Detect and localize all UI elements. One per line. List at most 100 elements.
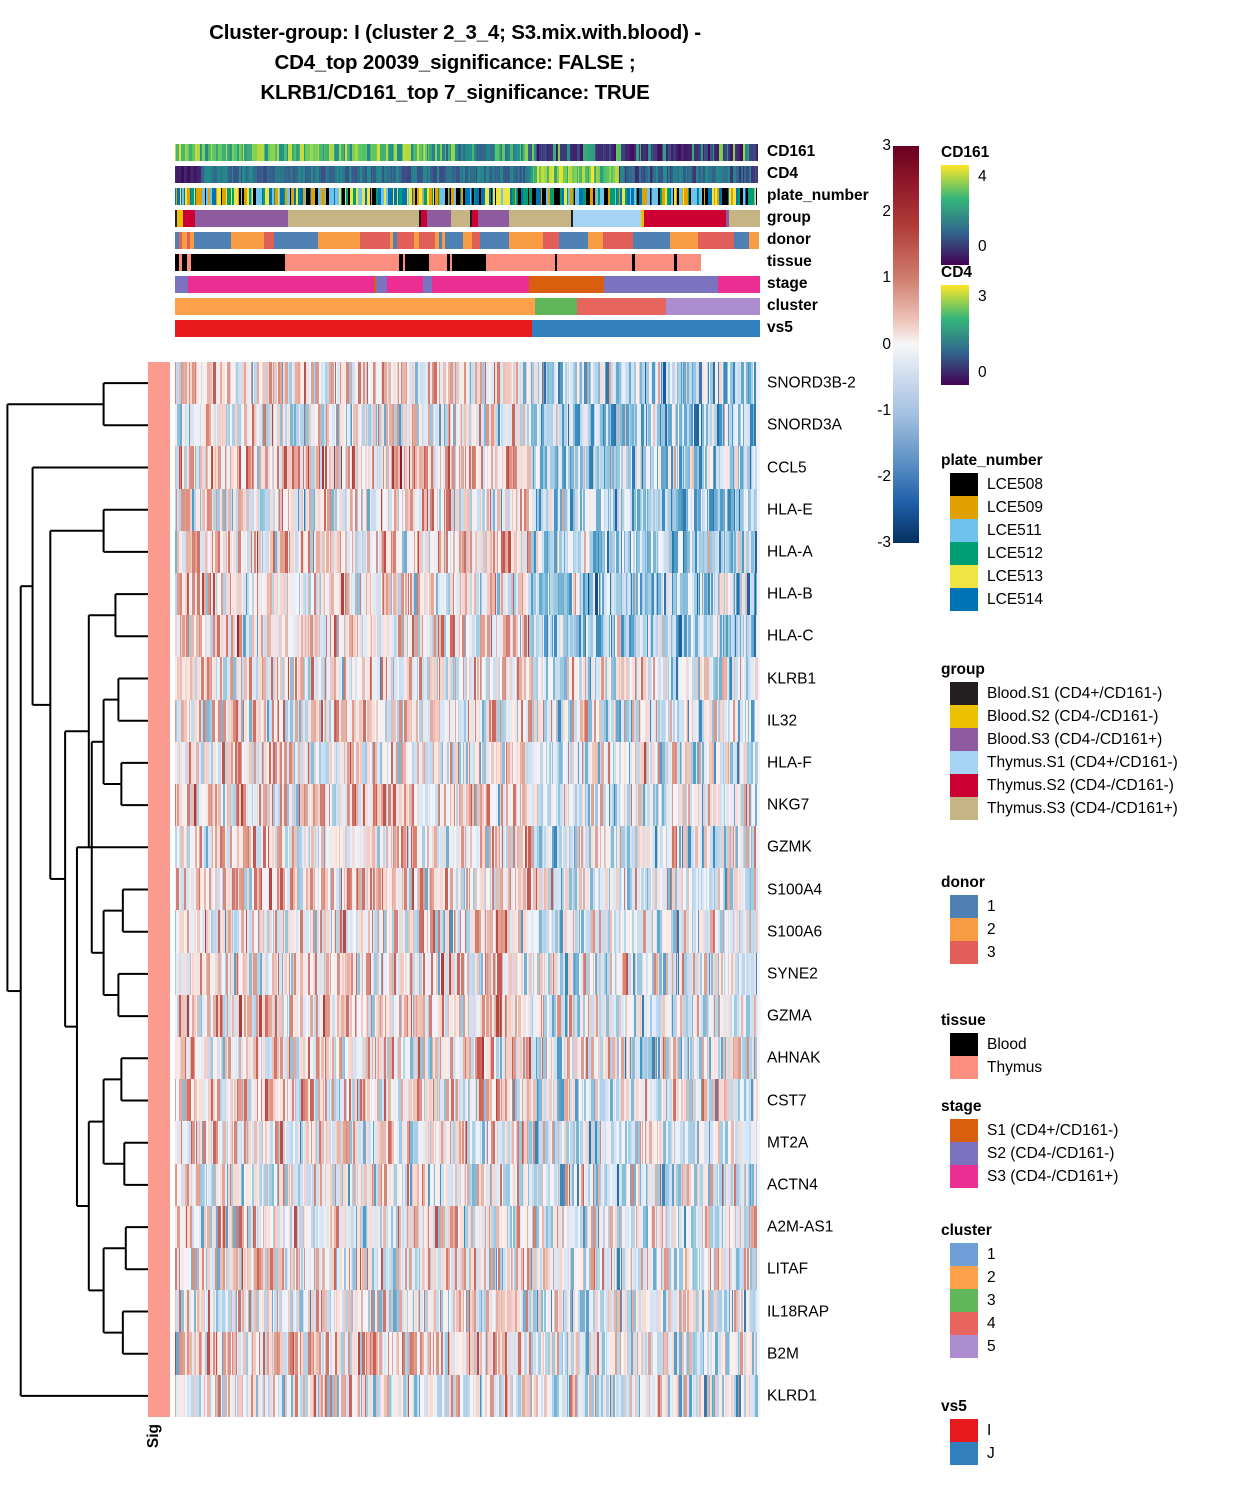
gene-label: IL18RAP <box>767 1303 830 1320</box>
legend-entry: 4 <box>941 1312 996 1335</box>
gene-label: LITAF <box>767 1260 809 1278</box>
annotation-label-donor: donor <box>767 231 811 248</box>
heatmap-row <box>175 657 760 700</box>
legend-entry: LCE508 <box>941 473 1043 496</box>
legend-entry-label: LCE508 <box>987 476 1044 493</box>
heatmap-body <box>175 362 760 1417</box>
legend-swatch <box>950 1119 978 1142</box>
legend-swatch <box>950 1419 978 1442</box>
annotation-track-cluster: cluster <box>175 297 818 315</box>
heatmap-row <box>175 868 760 911</box>
legend-entry-label: Blood <box>987 1036 1027 1053</box>
colorbar-tick-label: 2 <box>882 203 891 221</box>
colorbar-tick-label: 0 <box>882 335 891 353</box>
annotation-track-CD4: CD4 <box>175 165 798 183</box>
gene-label: AHNAK <box>767 1049 821 1067</box>
legend-entry: Blood <box>941 1033 1042 1056</box>
legend-swatch <box>950 565 978 588</box>
legend-tick-label: 0 <box>978 238 987 255</box>
annotation-track-donor: donor <box>175 231 811 249</box>
annotation-track-stage: stage <box>175 275 808 293</box>
legend-entry-label: LCE514 <box>987 591 1044 608</box>
annotation-band-cluster <box>175 298 760 315</box>
legend-swatch <box>950 1312 978 1335</box>
heatmap-row <box>175 741 760 784</box>
heatmap-row <box>175 1121 760 1164</box>
colorbar-gradient <box>893 146 919 543</box>
heatmap-row <box>175 826 760 869</box>
colorbar-tick-label: 1 <box>882 269 891 287</box>
legend-swatch <box>950 1243 978 1266</box>
legend-swatch <box>950 1266 978 1289</box>
value-colorbar <box>893 146 919 543</box>
legend-title: CD4 <box>941 264 973 281</box>
gene-label: S100A6 <box>767 923 823 941</box>
legend-entry: 1 <box>941 895 996 918</box>
legend-entry-label: 2 <box>987 1269 996 1286</box>
legend-swatch <box>950 1033 978 1056</box>
legend-title: plate_number <box>941 452 1043 469</box>
legend-entry: S2 (CD4-/CD161-) <box>941 1142 1118 1165</box>
legend-title: donor <box>941 874 985 891</box>
legend-entry: Blood.S1 (CD4+/CD161-) <box>941 682 1178 705</box>
gene-label: HLA-E <box>767 501 813 519</box>
heatmap-row <box>175 572 760 616</box>
legend-swatch <box>950 728 978 751</box>
legend-swatch <box>950 1442 978 1465</box>
gene-label: CST7 <box>767 1092 807 1109</box>
legend-entry: 3 <box>941 1289 996 1312</box>
legend-entry-label: 1 <box>987 898 996 915</box>
legend-swatch <box>950 519 978 542</box>
legend-entry-label: S3 (CD4-/CD161+) <box>987 1168 1119 1185</box>
heatmap-row <box>175 1205 760 1248</box>
colorbar-tick-label: -1 <box>877 401 891 419</box>
legend-entry-label: 4 <box>987 1315 996 1332</box>
legend-swatch <box>950 774 978 797</box>
annotation-track-group: group <box>175 209 811 227</box>
heatmap-row <box>175 404 760 447</box>
gene-label: GZMA <box>767 1007 812 1025</box>
legend-entry: 3 <box>941 941 996 964</box>
legend-stage: stage S1 (CD4+/CD161-) S2 (CD4-/CD161-) S3 … <box>941 1098 1118 1188</box>
annotation-band-stage <box>175 276 760 293</box>
legend-swatch <box>950 918 978 941</box>
legend-swatch <box>950 895 978 918</box>
annotation-label-vs5: vs5 <box>767 319 793 336</box>
legend-swatch <box>950 751 978 774</box>
heatmap-row <box>175 488 760 531</box>
gene-label: GZMK <box>767 838 812 856</box>
legend-donor: donor 1 2 3 <box>941 874 996 964</box>
legend-entry: Blood.S3 (CD4-/CD161+) <box>941 728 1178 751</box>
legend-swatch <box>950 542 978 565</box>
heatmap-row <box>175 1247 760 1291</box>
column-annotation-tracks: CD161 CD4 plate_number group donor tissue stag… <box>175 143 869 342</box>
heatmap-row <box>175 1332 760 1375</box>
annotation-track-vs5: vs5 <box>175 319 793 337</box>
legend-entry-label: J <box>987 1445 995 1462</box>
legend-tissue: tissue Blood Thymus <box>941 1012 1042 1079</box>
legend-title: group <box>941 661 985 678</box>
annotation-label-cluster: cluster <box>767 297 818 314</box>
legend-entry-label: S2 (CD4-/CD161-) <box>987 1145 1115 1162</box>
legend-tick-label: 3 <box>978 288 987 305</box>
annotation-track-CD161: CD161 <box>175 143 815 161</box>
legend-entry-label: Blood.S3 (CD4-/CD161+) <box>987 731 1163 748</box>
legend-swatch <box>950 1056 978 1079</box>
annotation-band-vs5 <box>175 320 760 337</box>
heatmap-row <box>175 1037 760 1080</box>
legend-entry-label: LCE512 <box>987 545 1044 562</box>
heatmap-row <box>175 1163 760 1206</box>
legend-tick-label: 0 <box>978 364 987 381</box>
legend-swatch <box>950 1289 978 1312</box>
legend-entry: LCE509 <box>941 496 1043 519</box>
legend-entry: Thymus.S1 (CD4+/CD161-) <box>941 751 1178 774</box>
heatmap-row <box>175 994 760 1037</box>
legend-entry: LCE513 <box>941 565 1043 588</box>
annotation-label-plate_number: plate_number <box>767 187 869 204</box>
annotation-band-group <box>175 210 760 227</box>
legend-title: stage <box>941 1098 982 1115</box>
legend-entry-label: 1 <box>987 1246 996 1263</box>
legend-swatch <box>950 705 978 728</box>
legend-entry: LCE514 <box>941 588 1043 611</box>
legend-swatch <box>950 1165 978 1188</box>
